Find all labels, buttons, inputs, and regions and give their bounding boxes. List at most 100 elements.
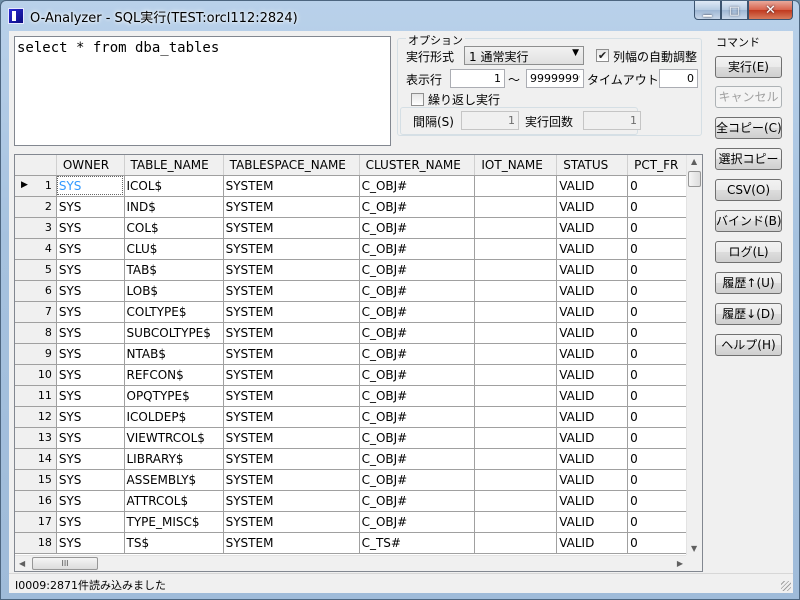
scroll-left-icon[interactable]: ◀ xyxy=(19,559,25,568)
table-cell[interactable]: VALID xyxy=(556,469,629,491)
table-cell[interactable]: C_OBJ# xyxy=(359,448,476,470)
table-row[interactable]: 13 SYS VIEWTRCOL$ SYSTEM C_OBJ# VALID 0 xyxy=(15,427,687,449)
help-button[interactable]: ヘルプ(H) xyxy=(715,334,782,356)
table-cell[interactable]: VALID xyxy=(556,175,629,197)
row-number[interactable]: 9 xyxy=(15,343,57,365)
table-cell[interactable]: VALID xyxy=(556,406,629,428)
table-cell[interactable]: SYSTEM xyxy=(223,427,360,449)
rows-to-input[interactable] xyxy=(526,69,584,88)
table-cell[interactable] xyxy=(474,301,558,323)
table-cell[interactable]: SYSTEM xyxy=(223,175,360,197)
table-cell[interactable]: SYS xyxy=(56,301,125,323)
table-cell[interactable]: 0 xyxy=(627,490,687,512)
table-row[interactable]: 3 SYS COL$ SYSTEM C_OBJ# VALID 0 xyxy=(15,217,687,239)
table-cell[interactable]: VALID xyxy=(556,259,629,281)
column-header[interactable]: IOT_NAME xyxy=(474,155,558,176)
title-bar[interactable]: O-Analyzer - SQL実行(TEST:orcl112:2824) ▁ … xyxy=(1,1,799,31)
table-cell[interactable]: SYSTEM xyxy=(223,217,360,239)
execute-button[interactable]: 実行(E) xyxy=(715,56,782,78)
table-row[interactable]: 16 SYS ATTRCOL$ SYSTEM C_OBJ# VALID 0 xyxy=(15,490,687,512)
table-cell[interactable]: SYSTEM xyxy=(223,259,360,281)
table-cell[interactable]: C_OBJ# xyxy=(359,364,476,386)
horizontal-scrollbar[interactable]: ◀ III ▶ xyxy=(15,555,687,571)
table-cell[interactable]: SYSTEM xyxy=(223,280,360,302)
table-cell[interactable]: SYS xyxy=(56,511,125,533)
table-row[interactable]: 17 SYS TYPE_MISC$ SYSTEM C_OBJ# VALID 0 xyxy=(15,511,687,533)
table-cell[interactable]: SYSTEM xyxy=(223,238,360,260)
vertical-scroll-thumb[interactable] xyxy=(688,171,701,187)
table-cell[interactable]: 0 xyxy=(627,511,687,533)
table-cell[interactable]: VALID xyxy=(556,280,629,302)
table-cell[interactable] xyxy=(474,196,558,218)
table-cell[interactable]: C_OBJ# xyxy=(359,238,476,260)
row-number[interactable]: 7 xyxy=(15,301,57,323)
row-number[interactable]: 13 xyxy=(15,427,57,449)
table-cell[interactable]: VALID xyxy=(556,196,629,218)
row-number[interactable]: 5 xyxy=(15,259,57,281)
table-cell[interactable] xyxy=(474,175,558,197)
table-cell[interactable]: OPQTYPE$ xyxy=(124,385,224,407)
table-cell[interactable]: SYS xyxy=(56,364,125,386)
table-cell[interactable]: VALID xyxy=(556,343,629,365)
column-header[interactable]: TABLE_NAME xyxy=(124,155,224,176)
table-cell[interactable]: SYS xyxy=(56,322,125,344)
table-cell[interactable]: 0 xyxy=(627,427,687,449)
table-cell[interactable]: VALID xyxy=(556,238,629,260)
table-cell[interactable]: NTAB$ xyxy=(124,343,224,365)
table-cell[interactable]: 0 xyxy=(627,280,687,302)
table-cell[interactable]: C_OBJ# xyxy=(359,385,476,407)
close-button[interactable]: ✕ xyxy=(748,1,793,20)
column-header[interactable]: TABLESPACE_NAME xyxy=(223,155,360,176)
table-cell[interactable]: 0 xyxy=(627,322,687,344)
repeat-checkbox[interactable] xyxy=(411,93,424,106)
column-header[interactable]: STATUS xyxy=(556,155,629,176)
history-down-button[interactable]: 履歴↓(D) xyxy=(715,303,782,325)
row-number[interactable]: 8 xyxy=(15,322,57,344)
table-cell[interactable]: 0 xyxy=(627,469,687,491)
table-cell[interactable] xyxy=(474,469,558,491)
table-cell[interactable]: SYS xyxy=(56,385,125,407)
table-cell[interactable]: SYS xyxy=(56,259,125,281)
history-up-button[interactable]: 履歴↑(U) xyxy=(715,272,782,294)
table-cell[interactable]: SYSTEM xyxy=(223,385,360,407)
table-cell[interactable] xyxy=(474,448,558,470)
table-row[interactable]: 9 SYS NTAB$ SYSTEM C_OBJ# VALID 0 xyxy=(15,343,687,365)
table-cell[interactable]: TYPE_MISC$ xyxy=(124,511,224,533)
resize-grip-icon[interactable] xyxy=(781,581,791,591)
table-cell[interactable]: VIEWTRCOL$ xyxy=(124,427,224,449)
rows-from-input[interactable] xyxy=(450,69,505,88)
table-cell[interactable]: 0 xyxy=(627,301,687,323)
table-cell[interactable]: VALID xyxy=(556,427,629,449)
table-cell[interactable]: SYS xyxy=(56,175,125,197)
table-cell[interactable]: SYSTEM xyxy=(223,301,360,323)
table-cell[interactable] xyxy=(474,322,558,344)
table-cell[interactable]: 0 xyxy=(627,196,687,218)
row-number[interactable]: ▶ 1 xyxy=(15,175,57,197)
table-row[interactable]: 18 SYS TS$ SYSTEM C_TS# VALID 0 xyxy=(15,532,687,554)
row-number[interactable]: 14 xyxy=(15,448,57,470)
table-cell[interactable]: C_TS# xyxy=(359,532,476,554)
row-number[interactable]: 18 xyxy=(15,532,57,554)
table-cell[interactable]: COL$ xyxy=(124,217,224,239)
table-cell[interactable] xyxy=(474,343,558,365)
table-cell[interactable]: 0 xyxy=(627,238,687,260)
table-cell[interactable]: SYSTEM xyxy=(223,196,360,218)
table-row[interactable]: 5 SYS TAB$ SYSTEM C_OBJ# VALID 0 xyxy=(15,259,687,281)
table-cell[interactable]: SYS xyxy=(56,532,125,554)
table-cell[interactable]: ICOL$ xyxy=(124,175,224,197)
table-cell[interactable]: TAB$ xyxy=(124,259,224,281)
table-cell[interactable] xyxy=(474,406,558,428)
bind-button[interactable]: バインド(B) xyxy=(715,210,782,232)
minimize-button[interactable]: ▁ xyxy=(694,1,721,20)
table-cell[interactable]: COLTYPE$ xyxy=(124,301,224,323)
scroll-down-icon[interactable]: ▼ xyxy=(691,544,697,553)
interval-input[interactable] xyxy=(461,111,519,130)
table-cell[interactable] xyxy=(474,364,558,386)
table-row[interactable]: 11 SYS OPQTYPE$ SYSTEM C_OBJ# VALID 0 xyxy=(15,385,687,407)
table-cell[interactable]: C_OBJ# xyxy=(359,406,476,428)
table-cell[interactable] xyxy=(474,427,558,449)
table-cell[interactable]: SYS xyxy=(56,448,125,470)
log-button[interactable]: ログ(L) xyxy=(715,241,782,263)
row-number[interactable]: 12 xyxy=(15,406,57,428)
table-cell[interactable]: TS$ xyxy=(124,532,224,554)
